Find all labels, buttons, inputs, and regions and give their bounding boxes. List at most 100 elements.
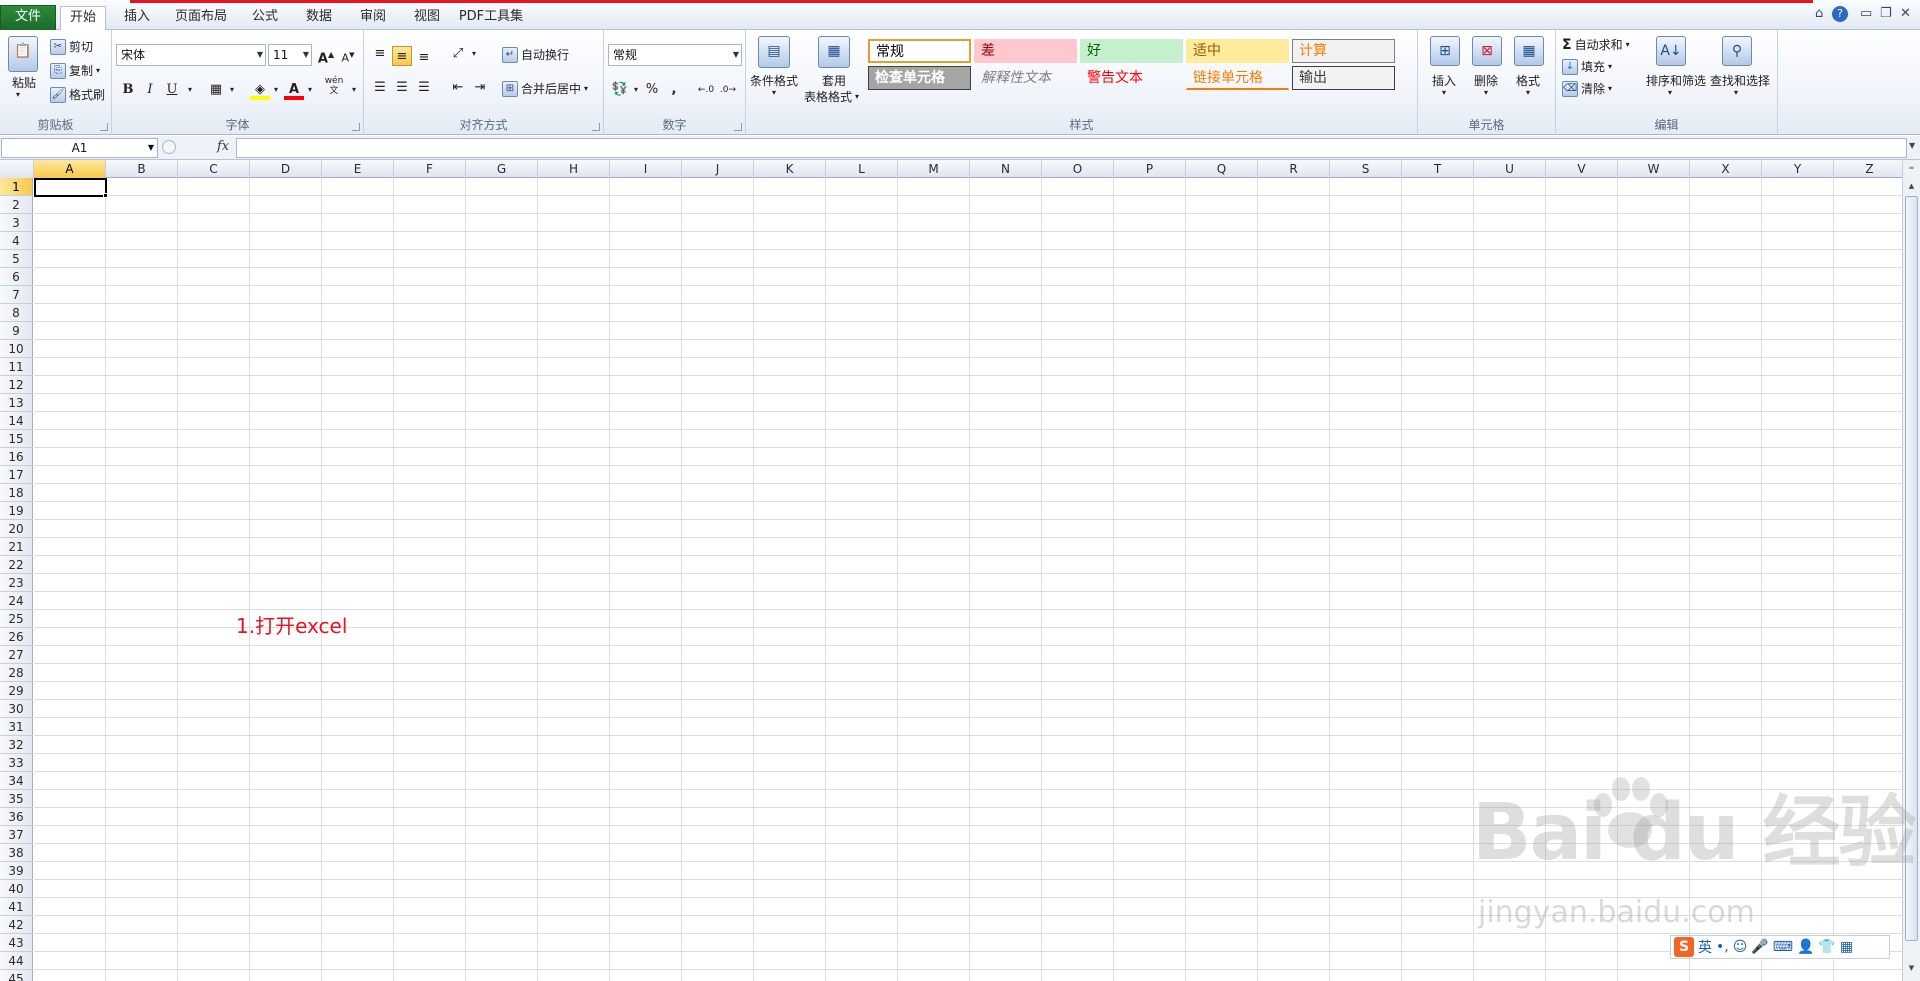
comma-button[interactable]: , <box>664 80 684 100</box>
phonetic-guide-icon[interactable]: wén 文 <box>324 76 344 96</box>
column-header-m[interactable]: M <box>898 160 970 178</box>
phonetic-dropdown-icon[interactable]: ▾ <box>344 80 364 100</box>
merge-center-button[interactable]: ⊞ 合并后居中 ▾ <box>502 80 588 97</box>
column-header-n[interactable]: N <box>970 160 1042 178</box>
italic-button[interactable]: I <box>140 80 160 100</box>
row-header-32[interactable]: 32 <box>0 736 33 754</box>
sort-dropdown-icon[interactable]: ▾ <box>1668 88 1672 97</box>
align-right-icon[interactable]: ☰ <box>414 78 434 98</box>
column-header-d[interactable]: D <box>250 160 322 178</box>
binoculars-icon[interactable]: ⚲ <box>1722 36 1752 66</box>
row-header-16[interactable]: 16 <box>0 448 33 466</box>
align-center-icon[interactable]: ☰ <box>392 78 412 98</box>
find-dropdown-icon[interactable]: ▾ <box>1734 88 1738 97</box>
orientation-dropdown-icon[interactable]: ▾ <box>464 44 484 64</box>
clear-button[interactable]: ⌫ 清除 ▾ <box>1562 80 1612 97</box>
borders-dropdown-icon[interactable]: ▾ <box>222 80 242 100</box>
column-header-a[interactable]: A <box>34 160 106 178</box>
clipboard-launcher-icon[interactable] <box>100 123 108 131</box>
delete-cells-button[interactable]: 删除 <box>1474 72 1498 89</box>
fill-button[interactable]: ↓ 填充 ▾ <box>1562 58 1612 75</box>
row-header-1[interactable]: 1 <box>0 178 33 196</box>
row-header-30[interactable]: 30 <box>0 700 33 718</box>
delete-dropdown-icon[interactable]: ▾ <box>1484 88 1488 97</box>
row-header-4[interactable]: 4 <box>0 232 33 250</box>
column-header-t[interactable]: T <box>1402 160 1474 178</box>
shrink-font-icon[interactable]: A▼ <box>338 45 358 65</box>
column-header-x[interactable]: X <box>1690 160 1762 178</box>
table-format-button[interactable]: 表格格式 ▾ <box>804 88 859 105</box>
formula-expand-icon[interactable]: ▼ <box>1909 141 1915 150</box>
tab-data[interactable]: 数据 <box>296 6 342 30</box>
wrap-text-button[interactable]: ↵ 自动换行 <box>502 46 569 63</box>
row-header-20[interactable]: 20 <box>0 520 33 538</box>
row-header-5[interactable]: 5 <box>0 250 33 268</box>
row-header-3[interactable]: 3 <box>0 214 33 232</box>
align-middle-icon[interactable]: ≡ <box>392 46 412 66</box>
row-header-44[interactable]: 44 <box>0 952 33 970</box>
alignment-launcher-icon[interactable] <box>592 123 600 131</box>
cell-style-1[interactable]: 差 <box>974 39 1077 63</box>
table-format-icon[interactable]: ▦ <box>818 36 850 68</box>
row-header-14[interactable]: 14 <box>0 412 33 430</box>
cell-style-5[interactable]: 检查单元格 <box>868 66 971 90</box>
row-header-11[interactable]: 11 <box>0 358 33 376</box>
column-header-w[interactable]: W <box>1618 160 1690 178</box>
underline-dropdown-icon[interactable]: ▾ <box>180 80 200 100</box>
cell-style-4[interactable]: 计算 <box>1292 39 1395 63</box>
row-header-42[interactable]: 42 <box>0 916 33 934</box>
underline-button[interactable]: U <box>162 80 182 100</box>
tab-pdf-tools[interactable]: PDF工具集 <box>456 6 526 30</box>
column-header-s[interactable]: S <box>1330 160 1402 178</box>
paste-button[interactable]: 粘贴 <box>12 74 36 91</box>
format-cells-button[interactable]: 格式 <box>1516 72 1540 89</box>
help-icon[interactable]: ? <box>1832 6 1848 22</box>
row-header-26[interactable]: 26 <box>0 628 33 646</box>
cell-style-9[interactable]: 输出 <box>1292 66 1395 90</box>
row-header-40[interactable]: 40 <box>0 880 33 898</box>
align-top-icon[interactable]: ≡ <box>370 44 390 64</box>
tab-file[interactable]: 文件 <box>0 5 56 30</box>
column-header-i[interactable]: I <box>610 160 682 178</box>
column-header-e[interactable]: E <box>322 160 394 178</box>
row-header-12[interactable]: 12 <box>0 376 33 394</box>
conditional-format-dropdown-icon[interactable]: ▾ <box>772 88 776 97</box>
insert-dropdown-icon[interactable]: ▾ <box>1442 88 1446 97</box>
cell-style-2[interactable]: 好 <box>1080 39 1183 63</box>
cell-style-3[interactable]: 适中 <box>1186 39 1289 63</box>
row-header-43[interactable]: 43 <box>0 934 33 952</box>
column-header-r[interactable]: R <box>1258 160 1330 178</box>
row-header-21[interactable]: 21 <box>0 538 33 556</box>
format-cells-icon[interactable]: ▦ <box>1514 36 1544 66</box>
row-header-28[interactable]: 28 <box>0 664 33 682</box>
row-header-2[interactable]: 2 <box>0 196 33 214</box>
column-header-g[interactable]: G <box>466 160 538 178</box>
column-header-b[interactable]: B <box>106 160 178 178</box>
sogou-logo-icon[interactable]: S <box>1674 937 1694 957</box>
active-cell[interactable] <box>34 178 107 197</box>
row-header-29[interactable]: 29 <box>0 682 33 700</box>
row-header-19[interactable]: 19 <box>0 502 33 520</box>
tab-insert[interactable]: 插入 <box>114 6 160 30</box>
scroll-up-icon[interactable]: ▲ <box>1905 180 1918 193</box>
decrease-decimal-icon[interactable]: .0→ <box>718 80 738 100</box>
conditional-format-icon[interactable]: ▤ <box>758 36 790 68</box>
conditional-format-button[interactable]: 条件格式 <box>750 72 798 89</box>
row-header-39[interactable]: 39 <box>0 862 33 880</box>
window-restore-icon[interactable]: ❐ <box>1880 6 1892 21</box>
column-header-o[interactable]: O <box>1042 160 1114 178</box>
bold-button[interactable]: B <box>118 80 138 100</box>
column-header-c[interactable]: C <box>178 160 250 178</box>
window-close-icon[interactable]: ✕ <box>1900 6 1911 21</box>
cell-style-8[interactable]: 链接单元格 <box>1186 66 1289 90</box>
row-header-38[interactable]: 38 <box>0 844 33 862</box>
column-header-p[interactable]: P <box>1114 160 1186 178</box>
format-painter-button[interactable]: 🖌 格式刷 <box>50 86 105 103</box>
font-size-select[interactable]: 11 ▼ <box>268 44 312 66</box>
split-box-icon[interactable]: ═ <box>1905 162 1918 175</box>
row-header-41[interactable]: 41 <box>0 898 33 916</box>
cell-style-6[interactable]: 解释性文本 <box>974 66 1077 90</box>
tab-formulas[interactable]: 公式 <box>242 6 288 30</box>
paste-icon[interactable]: 📋 <box>8 36 38 72</box>
row-header-10[interactable]: 10 <box>0 340 33 358</box>
